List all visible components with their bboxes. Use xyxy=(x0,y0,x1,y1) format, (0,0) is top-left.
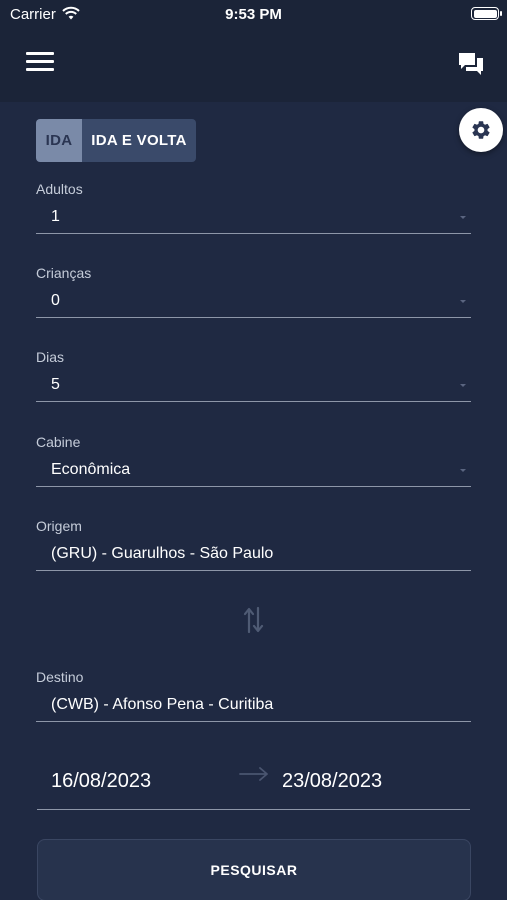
children-value: 0 xyxy=(51,292,60,309)
gear-icon xyxy=(472,121,490,139)
cabin-label: Cabine xyxy=(36,434,81,450)
menu-icon[interactable] xyxy=(26,52,54,74)
battery-level xyxy=(473,9,497,18)
children-label: Crianças xyxy=(36,265,92,281)
days-label: Dias xyxy=(36,349,65,365)
app-screen: Carrier 9:53 PM IDA IDA E VOLTA Adultos … xyxy=(0,0,507,900)
date-range-picker[interactable]: 16/08/2023 23/08/2023 xyxy=(37,760,470,810)
adults-select[interactable]: 1 xyxy=(36,208,471,234)
chat-icon[interactable] xyxy=(457,50,485,78)
destination-label: Destino xyxy=(36,669,84,685)
chevron-down-icon xyxy=(460,300,466,303)
nav-bar xyxy=(0,30,507,102)
children-field: Crianças 0 xyxy=(36,265,471,318)
search-button[interactable]: PESQUISAR xyxy=(37,839,471,900)
adults-value: 1 xyxy=(51,208,60,225)
days-select[interactable]: 5 xyxy=(36,376,471,402)
trip-option-ida-e-volta[interactable]: IDA E VOLTA xyxy=(82,119,196,162)
cabin-value: Econômica xyxy=(51,461,131,478)
adults-label: Adultos xyxy=(36,181,83,197)
battery-icon xyxy=(471,7,502,20)
settings-button[interactable] xyxy=(459,108,503,152)
swap-vertical-icon[interactable] xyxy=(242,604,266,636)
destination-input[interactable]: (CWB) - Afonso Pena - Curitiba xyxy=(36,696,471,722)
cabin-select[interactable]: Econômica xyxy=(36,461,471,487)
origin-input[interactable]: (GRU) - Guarulhos - São Paulo xyxy=(36,545,471,571)
origin-label: Origem xyxy=(36,518,82,534)
origin-value: (GRU) - Guarulhos - São Paulo xyxy=(51,545,274,562)
children-select[interactable]: 0 xyxy=(36,292,471,318)
end-date: 23/08/2023 xyxy=(282,770,383,792)
origin-field: Origem (GRU) - Guarulhos - São Paulo xyxy=(36,518,471,571)
chevron-down-icon xyxy=(460,384,466,387)
trip-type-toggle: IDA IDA E VOLTA xyxy=(36,119,196,162)
destination-value: (CWB) - Afonso Pena - Curitiba xyxy=(51,696,274,713)
chevron-down-icon xyxy=(460,216,466,219)
days-field: Dias 5 xyxy=(36,349,471,402)
trip-option-ida[interactable]: IDA xyxy=(36,119,82,162)
days-value: 5 xyxy=(51,376,60,393)
chevron-down-icon xyxy=(460,469,466,472)
status-bar: Carrier 9:53 PM xyxy=(0,0,507,30)
status-time: 9:53 PM xyxy=(225,6,282,23)
cabin-field: Cabine Econômica xyxy=(36,434,471,487)
start-date: 16/08/2023 xyxy=(51,770,152,792)
destination-field: Destino (CWB) - Afonso Pena - Curitiba xyxy=(36,669,471,722)
adults-field: Adultos 1 xyxy=(36,181,471,234)
arrow-right-icon xyxy=(239,767,268,781)
